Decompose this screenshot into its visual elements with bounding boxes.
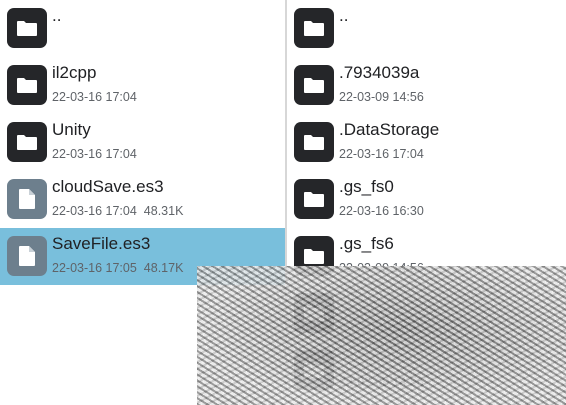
folder-icon: [294, 8, 334, 48]
item-name: .gs_fs6: [339, 234, 394, 253]
item-size: 48.31K: [143, 204, 184, 218]
item-meta: 22-03-16 17:05 48.17K: [52, 261, 183, 275]
folder-row[interactable]: ..: [0, 0, 285, 57]
folder-icon: [294, 236, 334, 276]
folder-icon: [294, 65, 334, 105]
folder-row[interactable]: il2cpp 22-03-16 17:04: [0, 57, 285, 114]
item-name: il2cpp: [52, 63, 97, 82]
item-name: ..: [52, 6, 62, 25]
folder-row[interactable]: [287, 285, 566, 342]
item-name: .DataStorage: [339, 120, 440, 139]
folder-icon: [7, 122, 47, 162]
item-date: 22-03-16 17:04: [52, 147, 137, 161]
item-date: 22-03-16 17:04: [339, 147, 424, 161]
item-name: .7934039a: [339, 63, 420, 82]
item-date: 22-03-09 14:56: [339, 375, 424, 389]
folder-icon: [294, 122, 334, 162]
item-date: 22-03-16 16:30: [339, 204, 424, 218]
item-name: SaveFile.es3: [52, 234, 151, 253]
item-date: 22-03-16 17:04: [52, 204, 137, 218]
right-file-pane: .. .7934039a 22-03-09 14:56 .DataStorage 22-…: [287, 0, 566, 405]
folder-icon: [7, 8, 47, 48]
file-icon: [7, 236, 47, 276]
folder-row[interactable]: .DataStorage 22-03-16 17:04: [287, 114, 566, 171]
item-meta: 22-03-16 16:30: [339, 204, 424, 218]
folder-row[interactable]: .gs_fs0 22-03-16 16:30: [287, 171, 566, 228]
folder-row[interactable]: .7934039a 22-03-09 14:56: [287, 57, 566, 114]
item-meta: 22-03-16 17:04: [339, 147, 424, 161]
item-date: 22-03-16 17:05: [52, 261, 137, 275]
left-file-pane: .. il2cpp 22-03-16 17:04 Unity 22-03-16 17:0…: [0, 0, 285, 405]
folder-icon: [294, 350, 334, 390]
file-row[interactable]: cloudSave.es3 22-03-16 17:04 48.31K: [0, 171, 285, 228]
item-size: 48.17K: [143, 261, 184, 275]
item-name: ..: [339, 6, 349, 25]
folder-row[interactable]: ..: [287, 0, 566, 57]
item-meta: 22-03-16 17:04: [52, 90, 137, 104]
folder-row[interactable]: 22-03-09 14:56: [287, 342, 566, 399]
folder-icon: [7, 65, 47, 105]
item-meta: 22-03-16 17:04: [52, 147, 137, 161]
folder-row[interactable]: .gs_fs6 22-03-09 14:56: [287, 228, 566, 285]
folder-icon: [294, 179, 334, 219]
item-name: Unity: [52, 120, 91, 139]
item-name: cloudSave.es3: [52, 177, 164, 196]
item-meta: 22-03-09 14:56: [339, 375, 424, 389]
item-date: 22-03-16 17:04: [52, 90, 137, 104]
file-icon: [7, 179, 47, 219]
item-meta: 22-03-09 14:56: [339, 90, 424, 104]
item-date: 22-03-09 14:56: [339, 90, 424, 104]
file-row[interactable]: SaveFile.es3 22-03-16 17:05 48.17K: [0, 228, 285, 285]
item-name: .gs_fs0: [339, 177, 394, 196]
folder-row[interactable]: Unity 22-03-16 17:04: [0, 114, 285, 171]
item-date: 22-03-09 14:56: [339, 261, 424, 275]
item-meta: 22-03-16 17:04 48.31K: [52, 204, 183, 218]
folder-icon: [294, 293, 334, 333]
item-meta: 22-03-09 14:56: [339, 261, 424, 275]
